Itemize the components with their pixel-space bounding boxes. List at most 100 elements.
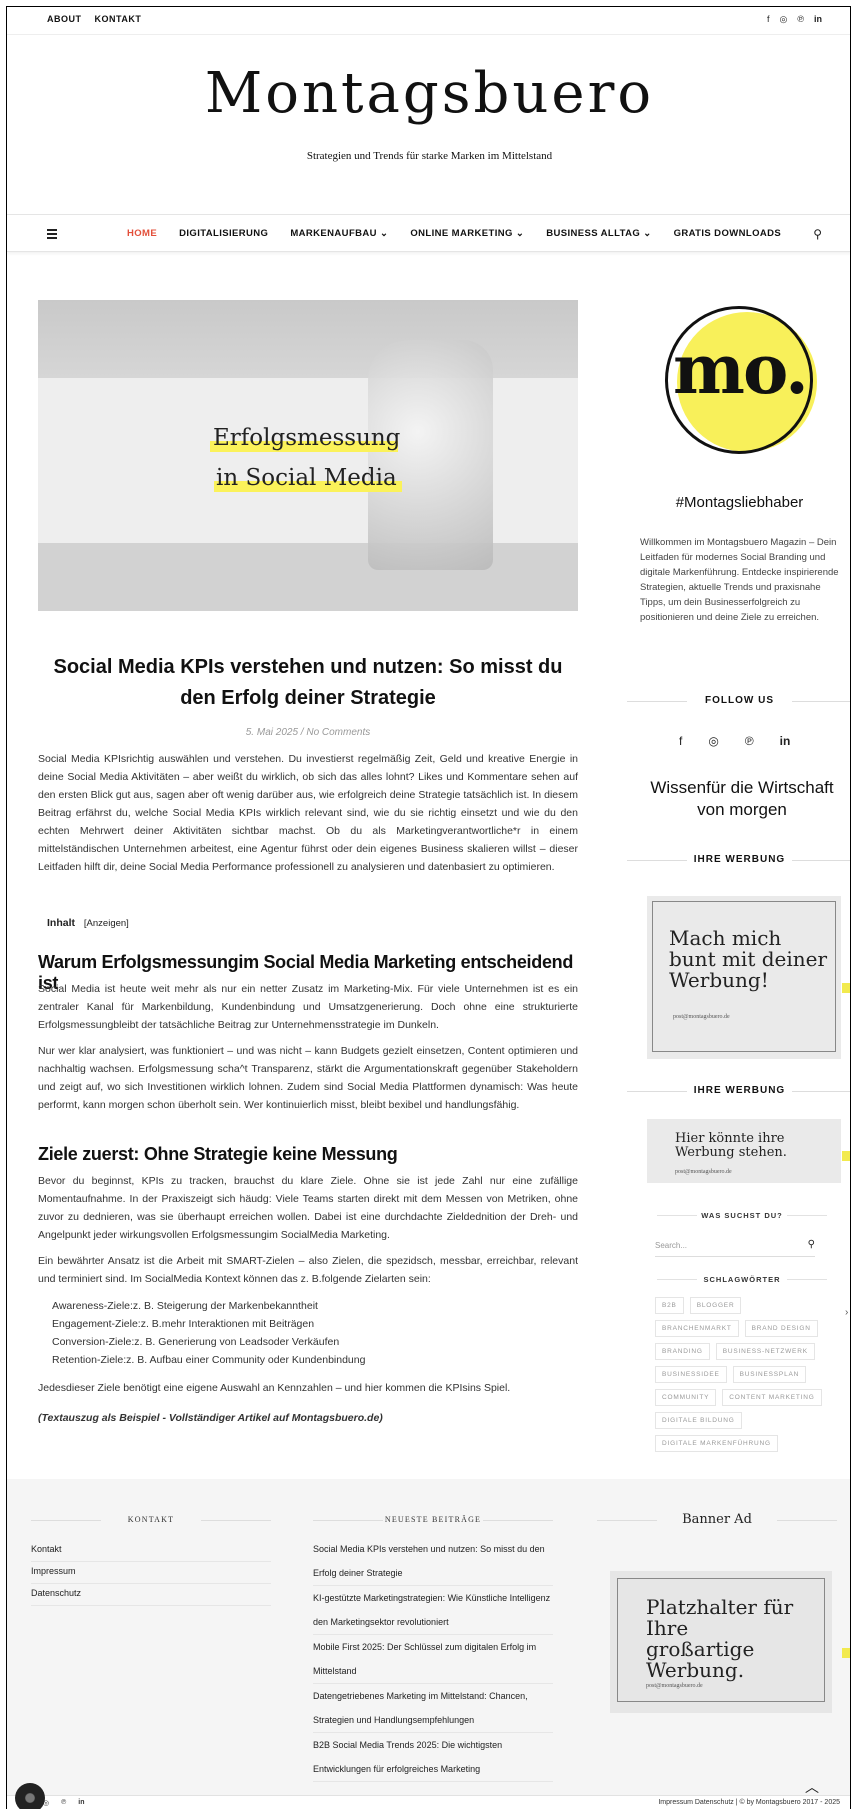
banner-mail: post@montagsbuero.de: [646, 1683, 703, 1689]
tag[interactable]: DIGITALE BILDUNG: [655, 1412, 742, 1429]
nav-items: HOME DIGITALISIERUNG MARKENAUFBAU ⌄ ONLI…: [127, 228, 803, 239]
tag[interactable]: CONTENT MARKETING: [722, 1389, 822, 1406]
ad1-text: Mach mich bunt mit deiner Werbung!: [669, 926, 828, 992]
nav-item-online-marketing[interactable]: ONLINE MARKETING ⌄: [410, 228, 524, 239]
tag[interactable]: BUSINESSPLAN: [732, 1366, 807, 1383]
recent-post-link[interactable]: Mobile First 2025: Der Schlüssel zum dig…: [313, 1635, 553, 1684]
follow-label: FOLLOW US: [627, 695, 850, 706]
tag-cloud: B2B BLOGGER BRANCHENMARKT BRAND DESIGN B…: [655, 1297, 825, 1452]
tag[interactable]: BLOGGER: [689, 1297, 742, 1314]
pinterest-icon[interactable]: ℗: [745, 734, 754, 748]
menu-icon[interactable]: [47, 229, 57, 241]
list-item: Retention-Ziele:z. B. Aufbau einer Commu…: [52, 1354, 366, 1366]
cookie-badge-icon[interactable]: [15, 1783, 45, 1809]
paragraph-2: Social Media ist heute weit mehr als nur…: [38, 983, 578, 1031]
tag[interactable]: BRANCHENMARKT: [655, 1320, 739, 1337]
footer-posts-label: NEUESTE BEITRÄGE: [313, 1515, 553, 1524]
footer-banner-ad[interactable]: Platzhalter für Ihre großartige Werbung.…: [610, 1571, 832, 1713]
top-nav: ABOUT KONTAKT: [47, 14, 151, 24]
instagram-icon[interactable]: ◎: [780, 14, 788, 25]
ad2-mail: post@montagsbuero.de: [675, 1169, 732, 1175]
goal-list: Awareness-Ziele:z. B. Steigerung der Mar…: [52, 1297, 365, 1369]
paragraph-3: Nur wer klar analysiert, was funktionier…: [38, 1045, 578, 1111]
excerpt-note: (Textauszug als Beispiel - Vollständiger…: [38, 1412, 383, 1424]
tag[interactable]: BRANDING: [655, 1343, 710, 1360]
linkedin-icon[interactable]: in: [78, 1799, 84, 1807]
banner-ad-label: Banner Ad: [597, 1512, 837, 1527]
hero-line-2: in Social Media: [216, 465, 397, 491]
scroll-marker: [842, 983, 850, 993]
wissen-heading: Wissenfür die Wirtschaft von morgen: [650, 778, 834, 819]
footer-link-impressum[interactable]: Impressum: [31, 1562, 271, 1584]
linkedin-icon[interactable]: in: [780, 734, 791, 748]
hero-shade: [38, 300, 578, 378]
back-to-top-icon[interactable]: ︿: [805, 1777, 819, 1797]
bottom-social: ◎ ℗ in: [43, 1799, 85, 1807]
site-title[interactable]: Montagsbuero: [7, 61, 850, 126]
nav-item-digitalisierung[interactable]: DIGITALISIERUNG: [179, 228, 268, 239]
hero-line-1: Erfolgsmessung: [213, 425, 401, 451]
top-link-about[interactable]: ABOUT: [47, 14, 82, 24]
bottom-bar: ◎ ℗ in Impressum Datenschutz | © by Mont…: [7, 1795, 850, 1809]
thumbs-up-image: [368, 340, 493, 570]
top-link-kontakt[interactable]: KONTAKT: [95, 14, 142, 24]
sidebar-heading: #Montagsliebhaber: [675, 494, 804, 511]
recent-post-link[interactable]: B2B Social Media Trends 2025: Die wichti…: [313, 1733, 553, 1782]
tag[interactable]: BUSINESSIDEE: [655, 1366, 727, 1383]
footer-kontakt-label: KONTAKT: [31, 1515, 271, 1524]
featured-image[interactable]: Erfolgsmessung in Social Media: [38, 300, 578, 611]
search-icon[interactable]: ⚲: [808, 1239, 815, 1250]
footer-link-datenschutz[interactable]: Datenschutz: [31, 1584, 271, 1606]
toc-label: Inhalt: [47, 917, 75, 929]
nav-item-business-alltag[interactable]: BUSINESS ALLTAG ⌄: [546, 228, 651, 239]
search-icon[interactable]: ⚲: [813, 227, 822, 241]
tag[interactable]: BUSINESS-NETZWERK: [715, 1343, 815, 1360]
paragraph-6: Jedesdieser Ziele benötigt eine eigene A…: [38, 1382, 511, 1394]
post-meta: 5. Mai 2025 / No Comments: [245, 727, 371, 738]
search-placeholder: Search...: [655, 1241, 688, 1250]
facebook-icon[interactable]: f: [767, 14, 770, 25]
list-item: Engagement-Ziele:z. B.mehr Interaktionen…: [52, 1318, 315, 1330]
search-input[interactable]: Search... ⚲: [655, 1235, 815, 1257]
ad-box-2[interactable]: Hier könnte ihre Werbung stehen. post@mo…: [647, 1119, 841, 1183]
ad-label-2: IHRE WERBUNG: [627, 1085, 850, 1096]
ad-box-1[interactable]: Mach mich bunt mit deiner Werbung! post@…: [647, 896, 841, 1059]
scroll-marker: [842, 1648, 850, 1658]
paragraph-4: Bevor du beginnst, KPIs zu tracken, brau…: [38, 1175, 578, 1241]
recent-post-link[interactable]: Datengetriebenes Marketing im Mittelstan…: [313, 1684, 553, 1733]
nav-item-markenaufbau[interactable]: MARKENAUFBAU ⌄: [290, 228, 388, 239]
tag[interactable]: B2B: [655, 1297, 684, 1314]
site-tagline: Strategien und Trends für starke Marken …: [306, 150, 553, 162]
toc-toggle[interactable]: [Anzeigen]: [84, 918, 129, 929]
recent-post-link[interactable]: KI-gestützte Marketingstrategien: Wie Kü…: [313, 1586, 553, 1635]
instagram-icon[interactable]: ◎: [708, 734, 718, 748]
pinterest-icon[interactable]: ℗: [61, 1799, 66, 1807]
post-intro: Social Media KPIsrichtig auswählen und v…: [38, 753, 578, 873]
tag[interactable]: DIGITALE MARKENFÜHRUNG: [655, 1435, 778, 1452]
top-social: f ◎ ℗ in: [767, 14, 822, 25]
linkedin-icon[interactable]: in: [814, 14, 822, 25]
list-item: Conversion-Ziele:z. B. Generierung von L…: [52, 1336, 340, 1348]
list-item: Awareness-Ziele:z. B. Steigerung der Mar…: [52, 1300, 318, 1312]
pinterest-icon[interactable]: ℗: [797, 14, 804, 25]
tag[interactable]: COMMUNITY: [655, 1389, 717, 1406]
post-title: Social Media KPIs verstehen und nutzen: …: [53, 656, 563, 709]
page-frame: ABOUT KONTAKT f ◎ ℗ in Montagsbuero Stra…: [6, 6, 851, 1809]
banner-text: Platzhalter für Ihre großartige Werbung.: [646, 1595, 794, 1682]
nav-item-gratis-downloads[interactable]: GRATIS DOWNLOADS: [674, 228, 782, 239]
logo-text: mo.: [673, 330, 809, 410]
chevron-right-icon[interactable]: ›: [845, 1307, 848, 1318]
hero-band: [38, 378, 578, 543]
sidebar-about: Willkommen im Montagsbuero Magazin – Dei…: [640, 537, 839, 623]
paragraph-5: Ein bewährter Ansatz ist die Arbeit mit …: [38, 1255, 578, 1285]
tag[interactable]: BRAND DESIGN: [744, 1320, 818, 1337]
recent-post-link[interactable]: Social Media KPIs verstehen und nutzen: …: [313, 1537, 553, 1586]
copyright: Impressum Datenschutz | © by Montagsbuer…: [658, 1799, 840, 1806]
facebook-icon[interactable]: f: [679, 734, 682, 748]
recent-posts: Social Media KPIs verstehen und nutzen: …: [313, 1537, 553, 1782]
footer-links: Kontakt Impressum Datenschutz: [31, 1540, 271, 1606]
top-bar: ABOUT KONTAKT f ◎ ℗ in: [7, 7, 850, 35]
footer-link-kontakt[interactable]: Kontakt: [31, 1540, 271, 1562]
brand-logo[interactable]: mo.: [659, 300, 819, 460]
nav-item-home[interactable]: HOME: [127, 228, 157, 239]
